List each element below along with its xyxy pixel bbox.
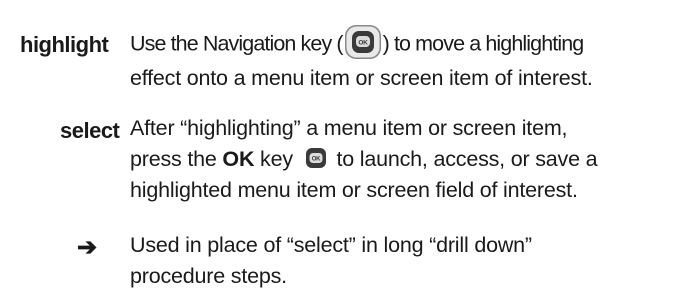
definition-text: ) to move a highlighting [382,31,585,56]
definition-highlight-line-2: effect onto a menu item or screen item o… [130,66,593,90]
definition-arrow-line-1: Used in place of “select” in long “drill… [130,233,532,257]
ok-key-label: OK [222,147,255,171]
term-highlight: highlight [20,32,109,57]
navigation-key-icon: OK [344,25,381,59]
definition-arrow: Used in place of “select” in long “drill… [130,230,675,292]
definition-arrow-line-2: procedure steps. [130,264,287,288]
svg-text:OK: OK [311,157,320,163]
definition-text: press the [130,147,223,171]
arrow-symbol: ➔ [77,234,98,261]
definition-select: After “highlighting” a menu item or scre… [130,113,675,206]
definition-select-line-1: After “highlighting” a menu item or scre… [130,116,568,140]
svg-text:OK: OK [358,40,368,47]
definition-highlight: Use the Navigation key ( OK ) to move a … [130,25,675,94]
definition-text: to launch, access, or save a [330,147,598,171]
definition-text: key [254,147,299,171]
definition-select-line-2: press the OK key OK to launch, access, o… [130,144,675,175]
definition-text: Use the Navigation key ( [130,31,344,56]
definition-highlight-line-1: Use the Navigation key ( OK ) to move a … [130,25,675,63]
definition-select-line-3: highlighted menu item or screen field of… [130,178,578,202]
ok-key-icon: OK [305,148,326,169]
term-select: select [60,118,120,143]
